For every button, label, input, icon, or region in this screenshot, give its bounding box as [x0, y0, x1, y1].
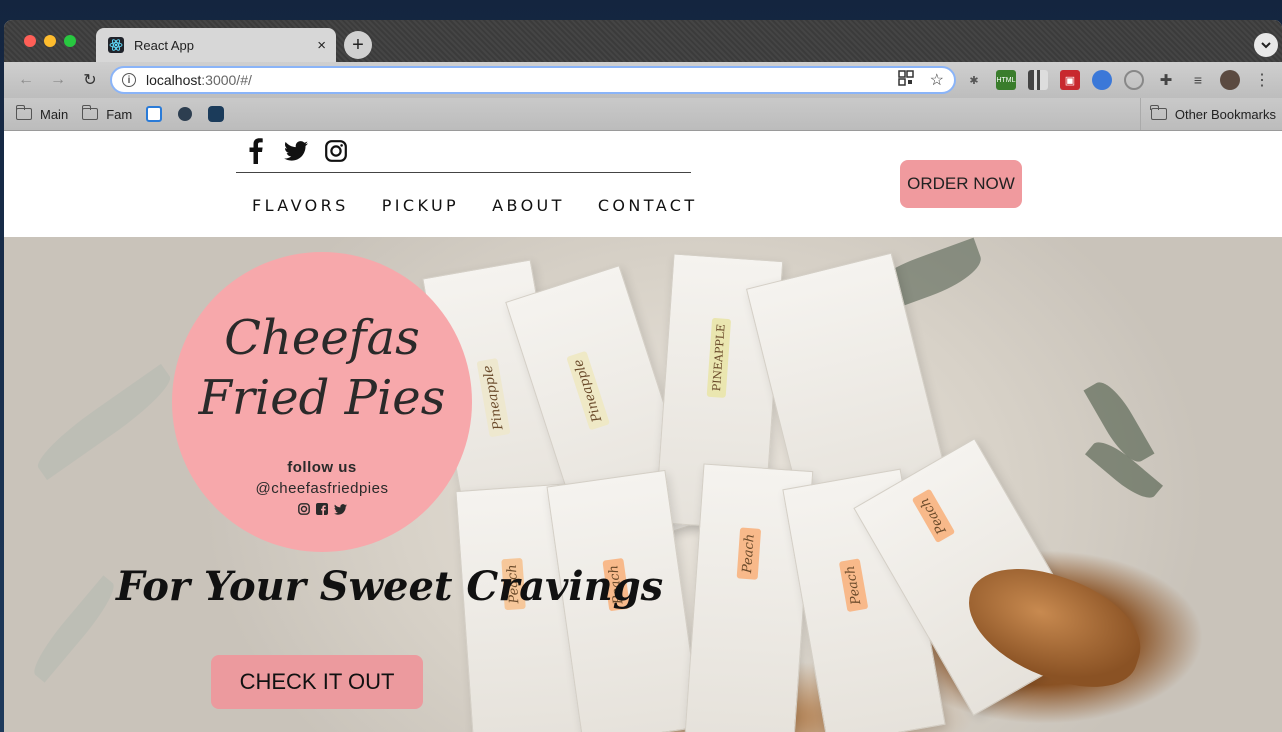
menu-dots-icon[interactable]: ⋮ — [1252, 70, 1272, 90]
close-window-button[interactable] — [24, 35, 36, 47]
instagram-icon — [297, 502, 310, 520]
logo-follow-text: follow us — [287, 459, 357, 476]
site-info-icon[interactable]: i — [122, 73, 136, 87]
site-header: FLAVORS PICKUP ABOUT CONTACT ORDER NOW — [4, 131, 1282, 237]
hero-tagline: For Your Sweet Cravings — [116, 563, 664, 610]
header-divider — [236, 172, 691, 173]
address-bar[interactable]: i localhost:3000/#/ ☆ — [110, 66, 956, 94]
nav-about[interactable]: ABOUT — [492, 196, 565, 215]
dark-circle-bookmark-icon[interactable] — [178, 107, 193, 121]
logo-title: Cheefas Fried Pies — [198, 310, 446, 426]
forward-arrow-icon[interactable]: → — [48, 70, 68, 90]
back-arrow-icon[interactable]: ← — [16, 70, 36, 90]
folder-icon — [1150, 105, 1167, 120]
other-bookmarks[interactable]: Other Bookmarks — [1139, 98, 1276, 130]
columns-extension-icon[interactable] — [1028, 70, 1048, 90]
logo-handle: @cheefasfriedpies — [255, 480, 389, 497]
tab-strip: React App × + — [4, 20, 1282, 62]
facebook-icon — [315, 502, 328, 520]
game-extension-icon[interactable]: ▣ — [1060, 70, 1080, 90]
order-now-button[interactable]: ORDER NOW — [900, 160, 1022, 208]
hexagon-bookmark-icon[interactable] — [208, 106, 225, 122]
edge-extension-icon[interactable] — [1092, 70, 1112, 90]
bookmarks-bar: Main Fam Other Bookmarks — [4, 98, 1282, 131]
react-icon — [108, 37, 124, 53]
tab-search-icon[interactable] — [1254, 33, 1278, 57]
profile-avatar[interactable] — [1220, 70, 1240, 90]
bookmark-fam[interactable]: Fam — [81, 105, 132, 122]
bookmark-main[interactable]: Main — [15, 105, 68, 122]
folder-icon — [81, 105, 99, 120]
check-it-out-button[interactable]: CHECK IT OUT — [211, 655, 423, 709]
nav-pickup[interactable]: PICKUP — [382, 196, 459, 215]
browser-toolbar: ← → ↻ i localhost:3000/#/ ☆ ✱ HTML ▣ ✚ ≡… — [4, 62, 1282, 98]
instagram-icon[interactable] — [324, 139, 348, 163]
bug-extension-icon[interactable]: ✱ — [964, 70, 984, 90]
browser-window: React App × + ← → ↻ i localhost:3000/#/ … — [4, 20, 1282, 732]
twitter-icon[interactable] — [284, 139, 308, 163]
nav-flavors[interactable]: FLAVORS — [252, 196, 349, 215]
web-page: FLAVORS PICKUP ABOUT CONTACT ORDER NOW P… — [4, 131, 1282, 732]
twitter-icon — [333, 502, 347, 520]
minimize-window-button[interactable] — [44, 35, 56, 47]
logo-socials — [172, 502, 472, 520]
bookmark-star-icon[interactable]: ☆ — [930, 70, 944, 90]
brand-logo: Cheefas Fried Pies follow us @cheefasfri… — [172, 252, 472, 552]
html-extension-icon[interactable]: HTML — [996, 70, 1016, 90]
folder-icon — [15, 105, 32, 120]
extensions-row: ✱ HTML ▣ ✚ ≡ ⋮ — [964, 70, 1272, 90]
new-tab-button[interactable]: + — [344, 31, 372, 59]
main-nav: FLAVORS PICKUP ABOUT CONTACT — [252, 196, 698, 215]
hero-section: Pineapple Pineapple PINEAPPLE Peach Peac… — [4, 237, 1282, 732]
tab-title: React App — [134, 37, 194, 53]
url-text[interactable]: localhost:3000/#/ — [146, 72, 882, 88]
nav-contact[interactable]: CONTACT — [598, 196, 698, 215]
tab-close-icon[interactable]: × — [317, 37, 326, 54]
reload-icon[interactable]: ↻ — [80, 70, 100, 90]
trello-bookmark-icon[interactable] — [146, 106, 163, 122]
qr-code-icon[interactable] — [897, 69, 914, 91]
media-control-icon[interactable]: ≡ — [1188, 70, 1208, 90]
browser-tab[interactable]: React App × — [96, 28, 336, 62]
facebook-icon[interactable] — [244, 138, 268, 164]
target-extension-icon[interactable] — [1124, 70, 1144, 90]
maximize-window-button[interactable] — [64, 35, 76, 47]
puzzle-extension-icon[interactable]: ✚ — [1156, 70, 1176, 90]
header-socials — [244, 138, 348, 164]
